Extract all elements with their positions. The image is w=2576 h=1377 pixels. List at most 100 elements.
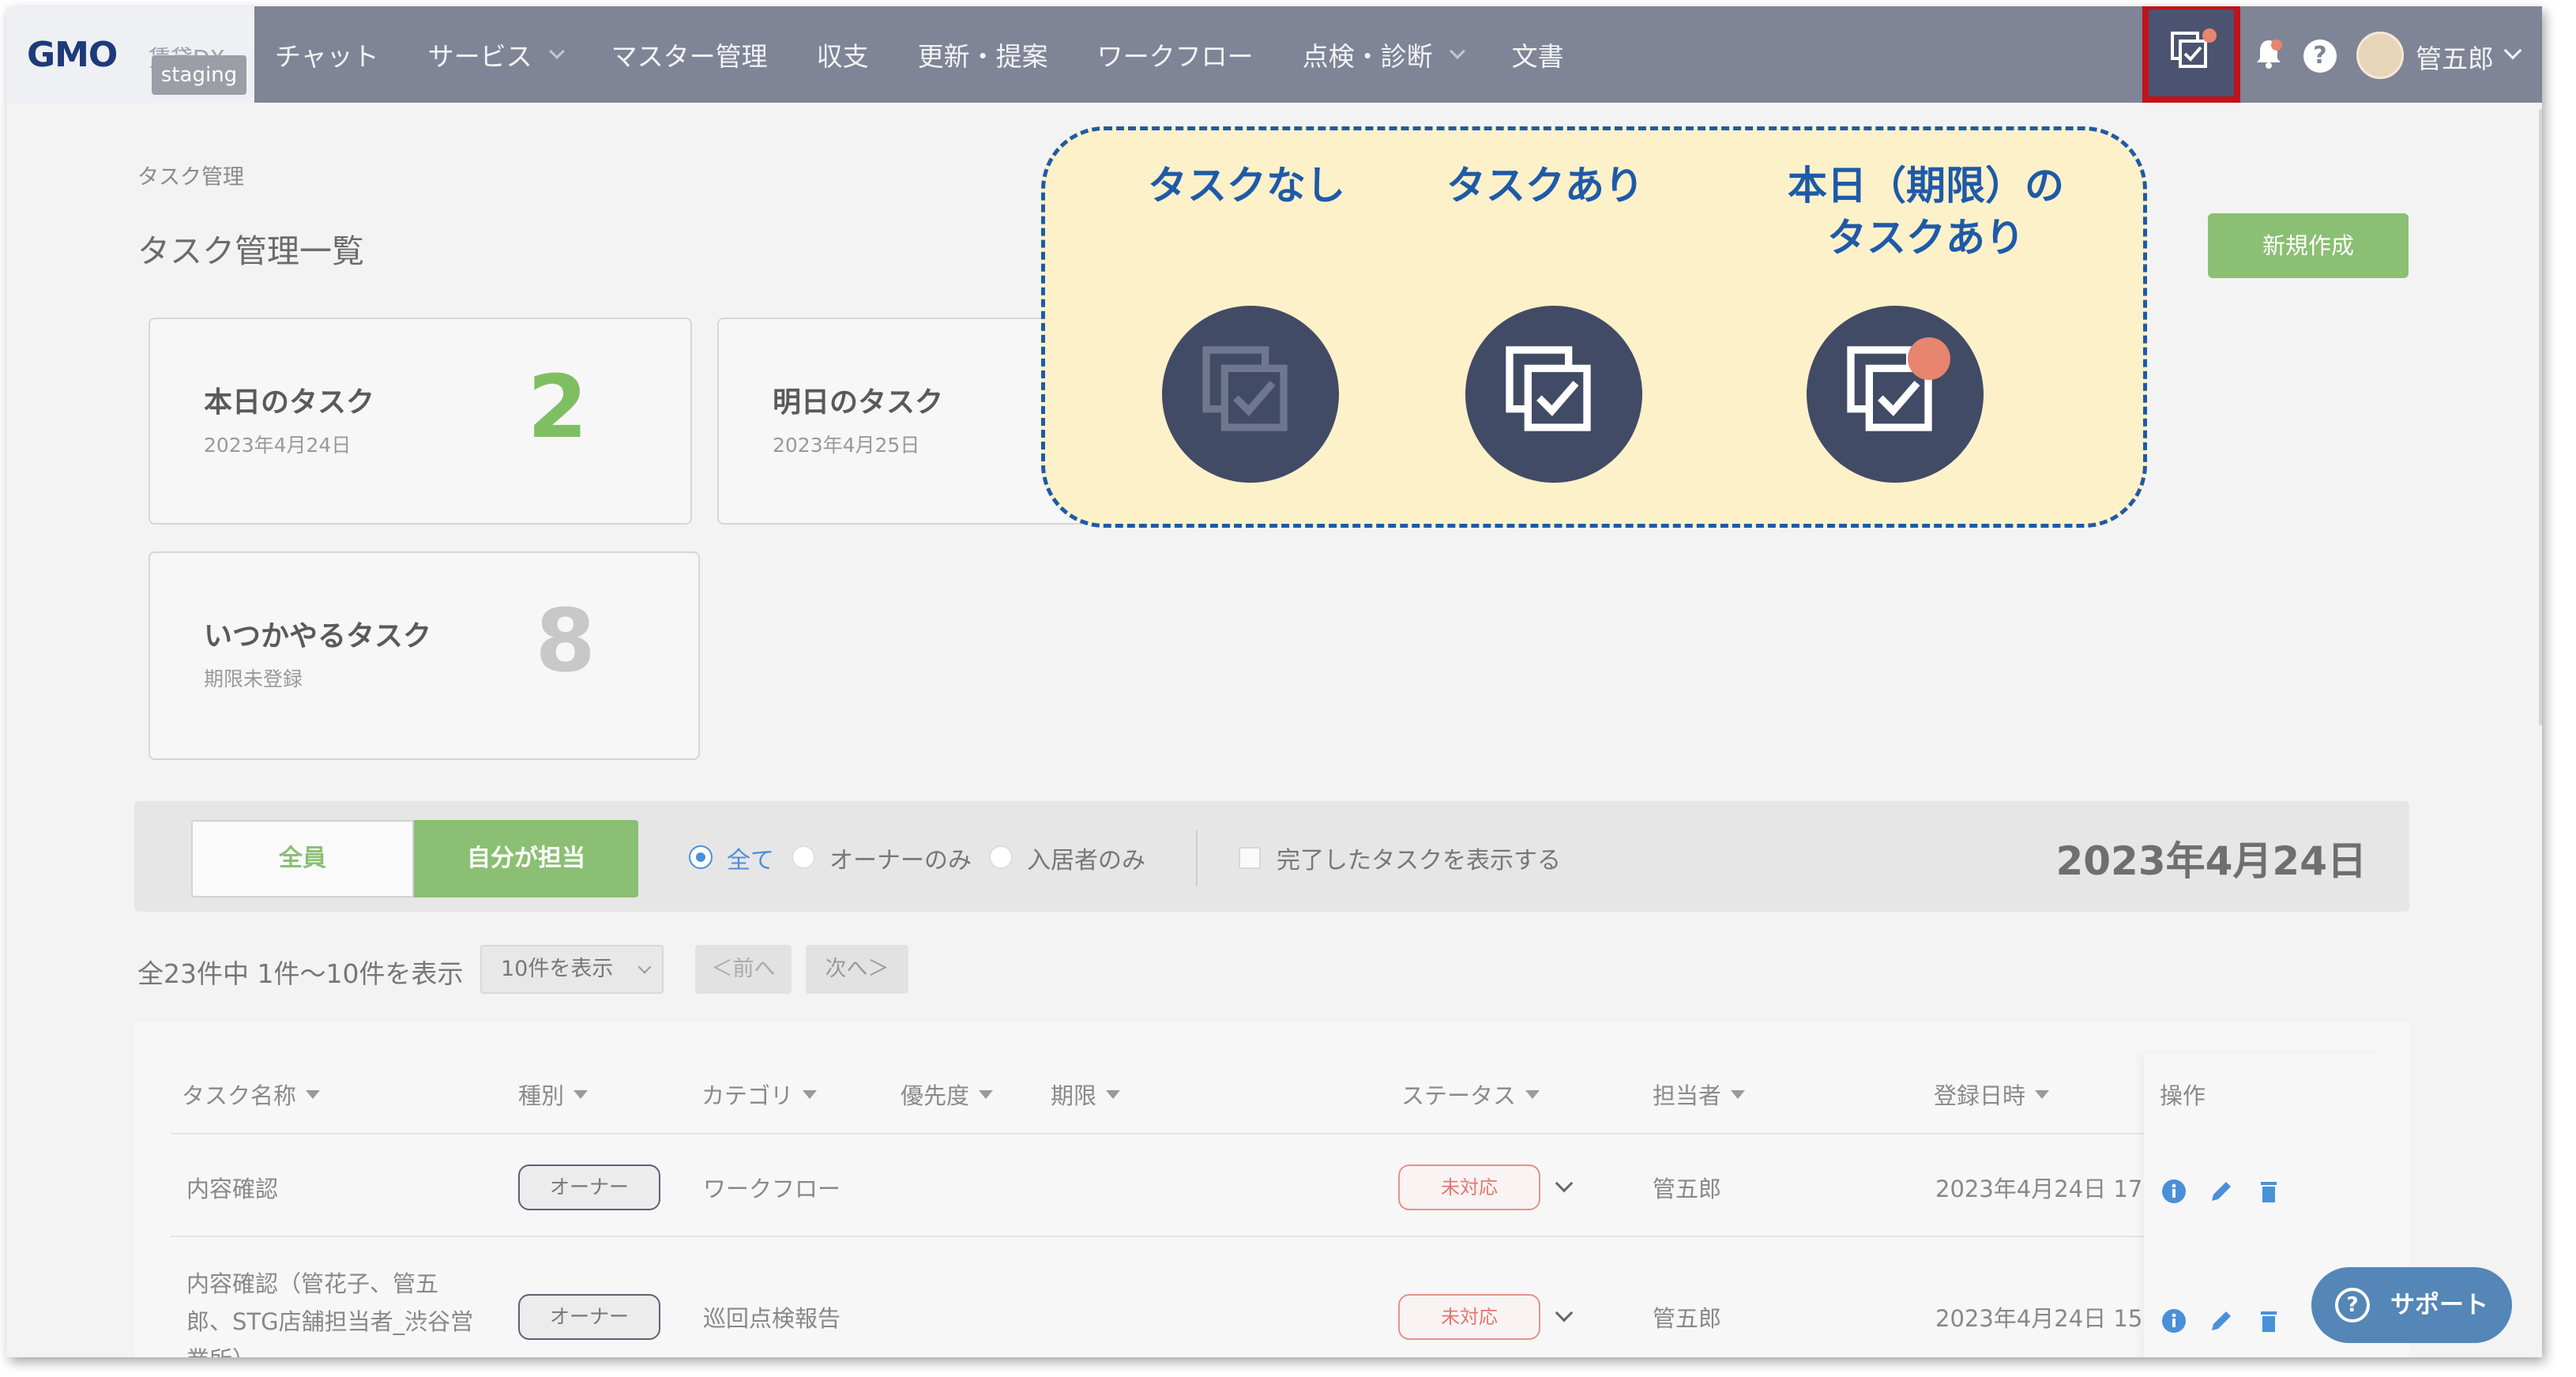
current-date: 2023年4月24日 (2055, 838, 2367, 884)
task-table: タスク名称 種別 カテゴリ 優先度 期限 ステータス 担当者 登録日時 内容確認… (134, 1022, 2409, 1357)
task-check-icon (1202, 346, 1288, 431)
next-page-button[interactable]: 次へ＞ (806, 945, 908, 994)
page-size-value: 10件を表示 (501, 957, 614, 981)
radio-owner-only[interactable] (792, 845, 815, 869)
sort-icon (573, 1089, 589, 1099)
edit-icon[interactable] (2209, 1179, 2234, 1204)
legend-icon-due-today (1807, 306, 1984, 483)
row-1-registered: 2023年4月24日 17:1 (1935, 1176, 2165, 1202)
nav-services[interactable]: サービス (428, 36, 565, 73)
help-icon[interactable]: ? (2303, 40, 2337, 73)
support-button[interactable]: ? サポート (2311, 1267, 2512, 1343)
radio-all[interactable] (689, 845, 713, 869)
chevron-down-icon (548, 43, 565, 59)
row-2-assignee: 管五郎 (1653, 1305, 1722, 1332)
nav-workflow[interactable]: ワークフロー (1097, 36, 1254, 73)
row-1-task-name[interactable]: 内容確認 (186, 1171, 278, 1204)
nav-renewal[interactable]: 更新・提案 (918, 36, 1048, 73)
row-2-task-name-line3[interactable]: 業所） (186, 1341, 255, 1357)
card-date: 期限未登録 (204, 668, 303, 690)
row-2-registered: 2023年4月24日 15:0 (1935, 1305, 2165, 1332)
card-date: 2023年4月25日 (773, 434, 920, 457)
row-2-status-badge[interactable]: 未対応 (1398, 1294, 1540, 1340)
avatar[interactable] (2356, 32, 2404, 79)
card-someday-tasks[interactable]: いつかやるタスク 期限未登録 8 (149, 551, 700, 760)
row-2-task-name-line1[interactable]: 内容確認（管花子、管五 (186, 1266, 438, 1299)
info-icon[interactable] (2161, 1308, 2187, 1334)
badge-dot (1908, 337, 1950, 380)
sort-icon (803, 1089, 818, 1099)
row-2-task-name-line2[interactable]: 郎、STG店舗担当者_渋谷営 (186, 1304, 473, 1337)
card-today-tasks[interactable]: 本日のタスク 2023年4月24日 2 (149, 318, 692, 525)
sort-icon (306, 1089, 321, 1099)
legend-icon-has-task (1465, 306, 1642, 483)
radio-all-label[interactable]: 全て (727, 841, 774, 875)
chevron-down-icon (637, 960, 652, 974)
scope-mine-button[interactable]: 自分が担当 (414, 820, 638, 897)
page-title: タスク管理一覧 (137, 232, 364, 270)
legend-label-due-today-line2: タスクあり (1827, 215, 2025, 261)
sort-icon (2035, 1089, 2050, 1099)
page-size-select[interactable]: 10件を表示 (480, 945, 664, 994)
chevron-down-icon[interactable] (1555, 1174, 1574, 1193)
chevron-down-icon (1449, 43, 1465, 59)
scope-all-button[interactable]: 全員 (191, 820, 414, 897)
bell-icon[interactable] (2254, 38, 2283, 70)
logo-area[interactable]: GMO 賃貸DX staging (6, 6, 254, 103)
row-1-status-badge[interactable]: 未対応 (1398, 1164, 1540, 1210)
staging-badge: staging (152, 55, 246, 95)
info-icon[interactable] (2161, 1179, 2187, 1204)
task-notification-button[interactable] (2142, 6, 2240, 103)
col-assignee[interactable]: 担当者 (1653, 1078, 1746, 1111)
task-check-icon (1506, 346, 1591, 431)
show-completed-label[interactable]: 完了したタスクを表示する (1277, 841, 1561, 875)
chevron-down-icon[interactable] (2503, 41, 2522, 60)
col-category[interactable]: カテゴリ (701, 1078, 818, 1111)
row-divider (171, 1236, 2371, 1237)
card-title: 本日のタスク (204, 386, 375, 419)
sort-icon (1525, 1089, 1540, 1099)
radio-owner-only-label[interactable]: オーナーのみ (829, 841, 972, 875)
col-type[interactable]: 種別 (518, 1078, 589, 1111)
col-operations: 操作 (2160, 1082, 2206, 1109)
nav-chat[interactable]: チャット (275, 36, 379, 73)
card-date: 2023年4月24日 (204, 434, 352, 457)
sort-icon (1731, 1089, 1746, 1099)
col-task-name[interactable]: タスク名称 (182, 1078, 321, 1111)
filter-bar: 全員 自分が担当 全て オーナーのみ 入居者のみ 完了したタスクを表示する 20… (134, 801, 2409, 912)
main-nav: チャット サービス マスター管理 収支 更新・提案 ワークフロー 点検・診断 文… (275, 6, 1613, 103)
show-completed-checkbox[interactable] (1239, 847, 1261, 869)
radio-tenant-only-label[interactable]: 入居者のみ (1027, 841, 1145, 875)
col-priority[interactable]: 優先度 (901, 1078, 994, 1111)
legend-label-has-task: タスクあり (1446, 163, 1644, 209)
user-name[interactable]: 管五郎 (2416, 38, 2494, 76)
col-registered[interactable]: 登録日時 (1934, 1078, 2050, 1111)
result-count: 全23件中 1件～10件を表示 (137, 958, 464, 989)
chevron-down-icon[interactable] (1555, 1304, 1574, 1322)
new-task-button[interactable]: 新規作成 (2208, 213, 2409, 278)
col-deadline[interactable]: 期限 (1051, 1078, 1121, 1111)
radio-tenant-only[interactable] (989, 845, 1013, 869)
nav-master[interactable]: マスター管理 (611, 36, 768, 73)
col-status[interactable]: ステータス (1401, 1078, 1540, 1111)
scrollbar[interactable] (2539, 109, 2542, 725)
delete-icon[interactable] (2256, 1179, 2281, 1204)
sort-icon (1106, 1089, 1121, 1099)
row-2-category: 巡回点検報告 (703, 1305, 841, 1332)
legend-label-no-task: タスクなし (1148, 163, 1345, 209)
card-count: 8 (535, 590, 596, 691)
task-icon-legend-callout: タスクなし タスクあり 本日（期限）の タスクあり (1041, 126, 2147, 528)
nav-income[interactable]: 収支 (817, 36, 869, 73)
legend-icon-no-task (1162, 306, 1339, 483)
app-window: GMO 賃貸DX staging チャット サービス マスター管理 収支 更新・… (6, 6, 2542, 1357)
badge-dot (2202, 28, 2217, 43)
delete-icon[interactable] (2256, 1308, 2281, 1334)
support-label: サポート (2390, 1291, 2488, 1319)
breadcrumb[interactable]: タスク管理 (137, 160, 244, 190)
nav-inspection[interactable]: 点検・診断 (1303, 36, 1465, 73)
nav-documents[interactable]: 文書 (1512, 36, 1564, 73)
edit-icon[interactable] (2209, 1308, 2234, 1334)
row-2-type-badge: オーナー (518, 1294, 660, 1340)
prev-page-button[interactable]: ＜前へ (695, 945, 792, 994)
legend-label-due-today-line1: 本日（期限）の (1788, 163, 2064, 209)
